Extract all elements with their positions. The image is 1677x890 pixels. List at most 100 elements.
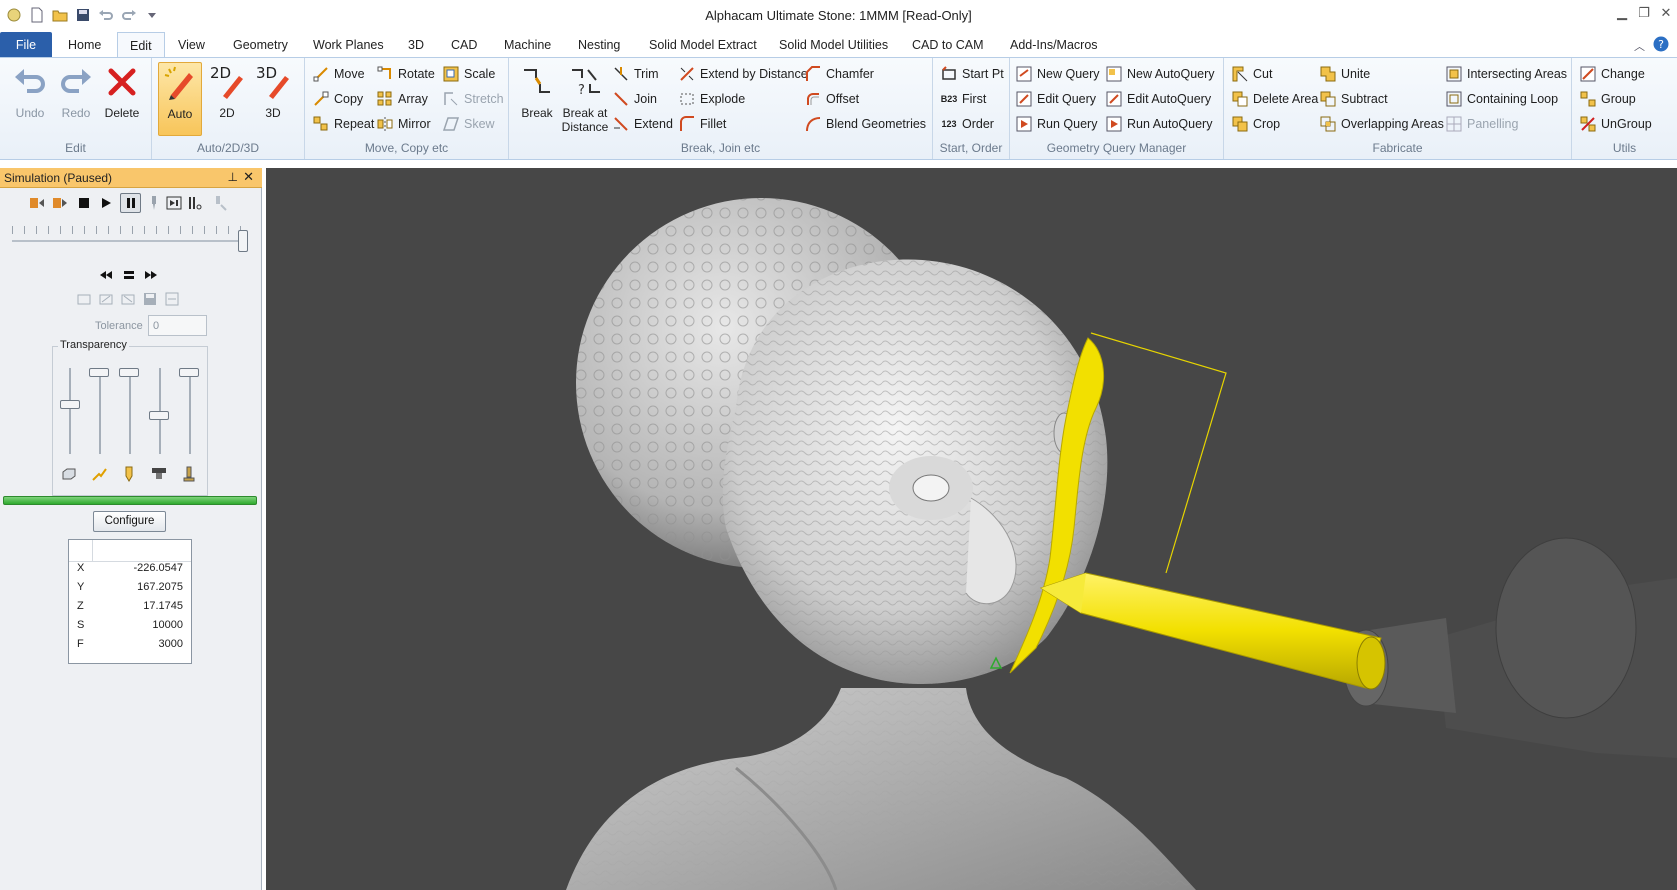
- tab-geometry[interactable]: Geometry: [221, 32, 300, 58]
- transparency-thumb-stock[interactable]: [60, 400, 80, 409]
- transparency-thumb-holder[interactable]: [149, 411, 169, 420]
- delete-button[interactable]: Delete: [100, 62, 144, 134]
- edit-query-icon: [1016, 91, 1032, 107]
- transparency-slider-toolpath[interactable]: [99, 368, 101, 454]
- tab-machine[interactable]: Machine: [492, 32, 563, 58]
- copy-button[interactable]: Copy: [313, 89, 363, 109]
- pause-icon[interactable]: [120, 193, 141, 213]
- undo-button[interactable]: Undo: [8, 62, 52, 134]
- tab-nesting[interactable]: Nesting: [566, 32, 632, 58]
- tab-solid-model-extract[interactable]: Solid Model Extract: [637, 32, 769, 58]
- tab-edit[interactable]: Edit: [117, 32, 165, 58]
- transparency-thumb-toolpath[interactable]: [89, 368, 109, 377]
- fast-forward-icon[interactable]: [142, 266, 160, 284]
- coord-key: X: [77, 562, 85, 574]
- crop-button[interactable]: Crop: [1232, 114, 1280, 134]
- close-window-icon[interactable]: ✕: [1655, 2, 1677, 24]
- playback-slider-thumb[interactable]: [238, 230, 248, 252]
- array-button[interactable]: Array: [377, 89, 428, 109]
- restore-icon[interactable]: ❐: [1633, 2, 1655, 24]
- run-autoquery-button[interactable]: Run AutoQuery: [1106, 114, 1212, 134]
- join-button[interactable]: Join: [613, 89, 657, 109]
- repeat-button[interactable]: Repeat: [313, 114, 374, 134]
- tab-view[interactable]: View: [166, 32, 217, 58]
- move-button[interactable]: Move: [313, 64, 365, 84]
- group-button[interactable]: Group: [1580, 89, 1636, 109]
- edit-autoquery-button[interactable]: Edit AutoQuery: [1106, 89, 1211, 109]
- collapse-ribbon-icon[interactable]: ︿: [1634, 38, 1645, 54]
- overlapping-areas-button[interactable]: Overlapping Areas: [1320, 114, 1444, 134]
- order-button[interactable]: 123 Order: [941, 114, 994, 134]
- tab-work-planes[interactable]: Work Planes: [301, 32, 396, 58]
- auto-button[interactable]: Auto: [158, 62, 202, 136]
- play-icon[interactable]: [97, 194, 115, 212]
- 2d-button[interactable]: 2D 2D: [205, 62, 249, 134]
- intersecting-areas-icon: [1446, 66, 1462, 82]
- minimize-icon[interactable]: ▁: [1611, 2, 1633, 24]
- panelling-button[interactable]: Panelling: [1446, 114, 1518, 134]
- trim-button[interactable]: Trim: [613, 64, 659, 84]
- transparency-slider-stock[interactable]: [69, 368, 71, 454]
- new-autoquery-button[interactable]: New AutoQuery: [1106, 64, 1215, 84]
- 3d-viewport[interactable]: [266, 168, 1677, 890]
- tab-add-ins-macros[interactable]: Add-Ins/Macros: [998, 32, 1110, 58]
- stop-playback-icon[interactable]: [120, 266, 138, 284]
- edit-query-button[interactable]: Edit Query: [1016, 89, 1096, 109]
- sim-step-forward-icon[interactable]: [51, 194, 69, 212]
- tab-solid-model-utilities[interactable]: Solid Model Utilities: [767, 32, 900, 58]
- break-button[interactable]: Break: [515, 62, 559, 134]
- explode-button[interactable]: Explode: [679, 89, 745, 109]
- mirror-button[interactable]: Mirror: [377, 114, 431, 134]
- tab-file[interactable]: File: [0, 32, 52, 58]
- blend-geometries-button[interactable]: Blend Geometries: [805, 114, 926, 134]
- configure-button[interactable]: Configure: [93, 511, 166, 532]
- step-to-end-icon[interactable]: [165, 194, 183, 212]
- subtract-button[interactable]: Subtract: [1320, 89, 1388, 109]
- cut-button[interactable]: Cut: [1232, 64, 1272, 84]
- tool-icon[interactable]: [145, 194, 163, 212]
- intersecting-areas-button[interactable]: Intersecting Areas: [1446, 64, 1567, 84]
- tab-home[interactable]: Home: [56, 32, 113, 58]
- rotate-button[interactable]: Rotate: [377, 64, 435, 84]
- sim-step-back-icon[interactable]: [28, 194, 46, 212]
- redo-button[interactable]: Redo: [54, 62, 98, 134]
- tab-cad-to-cam[interactable]: CAD to CAM: [900, 32, 996, 58]
- transparency-thumb-tool[interactable]: [119, 368, 139, 377]
- unite-button[interactable]: Unite: [1320, 64, 1370, 84]
- first-button[interactable]: B23 First: [941, 89, 987, 109]
- offset-button[interactable]: Offset: [805, 89, 859, 109]
- new-query-button[interactable]: New Query: [1016, 64, 1100, 84]
- stop-icon[interactable]: [75, 194, 93, 212]
- start-pt-button[interactable]: Start Pt: [941, 64, 1004, 84]
- delete-area-button[interactable]: Delete Area: [1232, 89, 1318, 109]
- 3d-button[interactable]: 3D 3D: [251, 62, 295, 134]
- pin-icon[interactable]: ⊥: [228, 170, 238, 184]
- transparency-slider-fixture[interactable]: [189, 368, 191, 454]
- close-panel-icon[interactable]: ✕: [243, 169, 254, 185]
- change-button[interactable]: Change: [1580, 64, 1645, 84]
- ungroup-button[interactable]: UnGroup: [1580, 114, 1652, 134]
- tolerance-input[interactable]: [148, 315, 207, 336]
- run-query-button[interactable]: Run Query: [1016, 114, 1097, 134]
- coord-value: 167.2075: [137, 581, 183, 593]
- order-label: Order: [962, 117, 994, 131]
- transparency-thumb-fixture[interactable]: [179, 368, 199, 377]
- coord-row-s: S 10000: [69, 619, 191, 638]
- extend-by-distance-button[interactable]: Extend by Distance: [679, 64, 808, 84]
- fillet-button[interactable]: Fillet: [679, 114, 726, 134]
- playback-slider[interactable]: [12, 240, 248, 242]
- stretch-button[interactable]: Stretch: [443, 89, 504, 109]
- rewind-icon[interactable]: [97, 266, 115, 284]
- break-at-distance-button[interactable]: ? Break at Distance: [561, 62, 609, 134]
- skew-icon: [443, 116, 459, 132]
- extend-button[interactable]: Extend: [613, 114, 673, 134]
- chamfer-button[interactable]: Chamfer: [805, 64, 874, 84]
- toolpath-steps-icon[interactable]: [187, 194, 205, 212]
- help-icon[interactable]: ?: [1653, 36, 1669, 55]
- skew-button[interactable]: Skew: [443, 114, 495, 134]
- containing-loop-button[interactable]: Containing Loop: [1446, 89, 1558, 109]
- scale-button[interactable]: Scale: [443, 64, 495, 84]
- transparency-slider-tool[interactable]: [129, 368, 131, 454]
- tab-cad[interactable]: CAD: [439, 32, 489, 58]
- tab-3d[interactable]: 3D: [396, 32, 436, 58]
